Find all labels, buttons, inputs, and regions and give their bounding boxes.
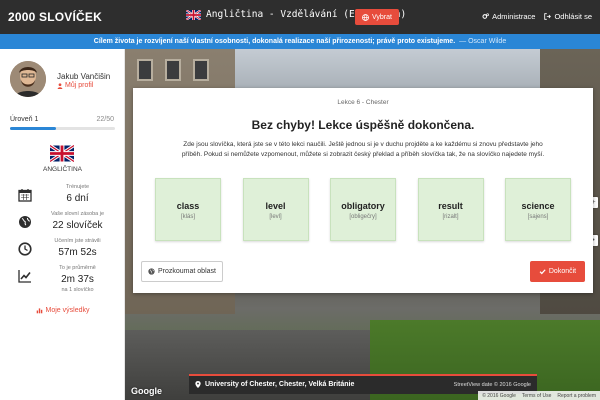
word-pronunciation: [rizalt] xyxy=(442,214,459,220)
choose-course-label: Vybrat xyxy=(372,13,392,21)
stat-value: 22 slovíček xyxy=(52,220,103,231)
clock-icon xyxy=(18,242,32,256)
word-card[interactable]: result [rizalt] xyxy=(417,178,484,241)
stat-value: 6 dní xyxy=(66,193,89,204)
location-label: University of Chester, Chester, Velká Br… xyxy=(205,381,355,388)
stat-label: Učením jste strávili xyxy=(54,238,101,244)
location-name: University of Chester, Chester, Velká Br… xyxy=(195,381,354,388)
copyright-text: © 2016 Google xyxy=(482,392,516,399)
word-pronunciation: [levl] xyxy=(269,214,282,220)
level-progress-bar xyxy=(10,127,115,130)
quote-author: — Oscar Wilde xyxy=(459,38,507,45)
word-card[interactable]: science [sajens] xyxy=(505,178,571,241)
word-card[interactable]: class [klás] xyxy=(155,178,221,241)
report-problem-link[interactable]: Report a problem xyxy=(557,393,596,399)
stat-label: To je průměrně xyxy=(59,265,96,271)
uk-flag-icon xyxy=(186,9,201,20)
gears-icon xyxy=(482,13,490,19)
street-view-footer: © 2016 Google Terms of Use Report a prob… xyxy=(478,391,600,400)
globe-icon xyxy=(362,13,369,21)
word-card[interactable]: level [levl] xyxy=(242,178,309,241)
lesson-complete-modal: Lekce 6 - Chester Bez chyby! Lekce úspěš… xyxy=(133,88,593,293)
trend-icon xyxy=(18,270,31,283)
word-english: result xyxy=(438,201,463,211)
word-english: level xyxy=(265,201,286,211)
modal-description: Zde jsou slovíčka, která jste se v této … xyxy=(181,141,545,158)
level-progress-fill xyxy=(10,127,57,130)
top-links: Administrace Odhlásit se xyxy=(482,12,592,21)
top-navbar: 2000 SLOVÍČEK Angličtina - Vzdělávání (E… xyxy=(0,0,600,34)
stat-sub: na 1 slovíčko xyxy=(61,287,94,293)
globe-icon xyxy=(148,268,155,275)
admin-link-label: Administrace xyxy=(492,12,536,21)
learned-words: class [klás] level [levl] obligatory [ob… xyxy=(155,178,571,241)
globe-icon xyxy=(19,216,31,228)
logout-link[interactable]: Odhlásit se xyxy=(544,12,592,21)
logout-link-label: Odhlásit se xyxy=(554,12,592,21)
avatar[interactable] xyxy=(10,61,46,97)
brand-logo[interactable]: 2000 SLOVÍČEK xyxy=(8,10,102,24)
quote-text: Cílem života je rozvíjení naší vlastní o… xyxy=(93,38,456,45)
finish-label: Dokončit xyxy=(548,268,577,275)
terms-link[interactable]: Terms of Use xyxy=(522,393,551,399)
quote-bar: Cílem života je rozvíjení naší vlastní o… xyxy=(0,34,600,49)
my-results-label: Moje výsledky xyxy=(45,307,90,314)
user-name: Jakub Vančišin xyxy=(57,72,111,81)
bar-chart-icon xyxy=(36,308,42,314)
choose-course-button[interactable]: Vybrat xyxy=(355,9,399,25)
uk-flag-icon xyxy=(50,145,74,162)
word-pronunciation: [obligečry] xyxy=(349,214,377,220)
word-card[interactable]: obligatory [obligečry] xyxy=(330,178,396,241)
finish-button[interactable]: Dokončit xyxy=(530,261,585,282)
user-icon xyxy=(57,82,63,89)
level-label: Úroveň 1 xyxy=(10,116,39,123)
my-profile-label: Můj profil xyxy=(65,82,94,89)
my-profile-link[interactable]: Můj profil xyxy=(57,82,93,89)
level-count: 22/50 xyxy=(96,116,114,123)
lesson-label: Lekce 6 - Chester xyxy=(337,99,389,106)
modal-title: Bez chyby! Lekce úspěšně dokončena. xyxy=(251,118,475,132)
calendar-icon xyxy=(18,189,32,202)
sidebar: Jakub Vančišin Můj profil Úroveň 1 22/50… xyxy=(0,49,125,400)
explore-area-button[interactable]: Prozkoumat oblast xyxy=(141,261,223,282)
stat-label: Vaše slovní zásoba je xyxy=(50,211,105,217)
map-marker-icon xyxy=(195,381,201,388)
language-name: ANGLIČTINA xyxy=(42,166,82,173)
avatar-image xyxy=(10,61,46,97)
word-pronunciation: [klás] xyxy=(180,214,195,220)
check-icon xyxy=(539,269,546,275)
google-logo: Google xyxy=(131,386,162,396)
word-english: class xyxy=(176,201,200,211)
word-english: science xyxy=(521,201,555,211)
word-english: obligatory xyxy=(341,201,385,211)
my-results-link[interactable]: Moje výsledky xyxy=(0,307,125,314)
admin-link[interactable]: Administrace xyxy=(482,12,535,21)
word-pronunciation: [sajens] xyxy=(527,214,549,220)
stat-value: 57m 52s xyxy=(58,247,97,258)
explore-area-label: Prozkoumat oblast xyxy=(158,268,216,275)
stat-value: 2m 37s xyxy=(61,274,94,285)
street-view-date: StreetView date © 2016 Google xyxy=(453,382,531,388)
stat-label: Trénujete xyxy=(65,184,90,190)
sign-out-icon xyxy=(544,13,552,20)
